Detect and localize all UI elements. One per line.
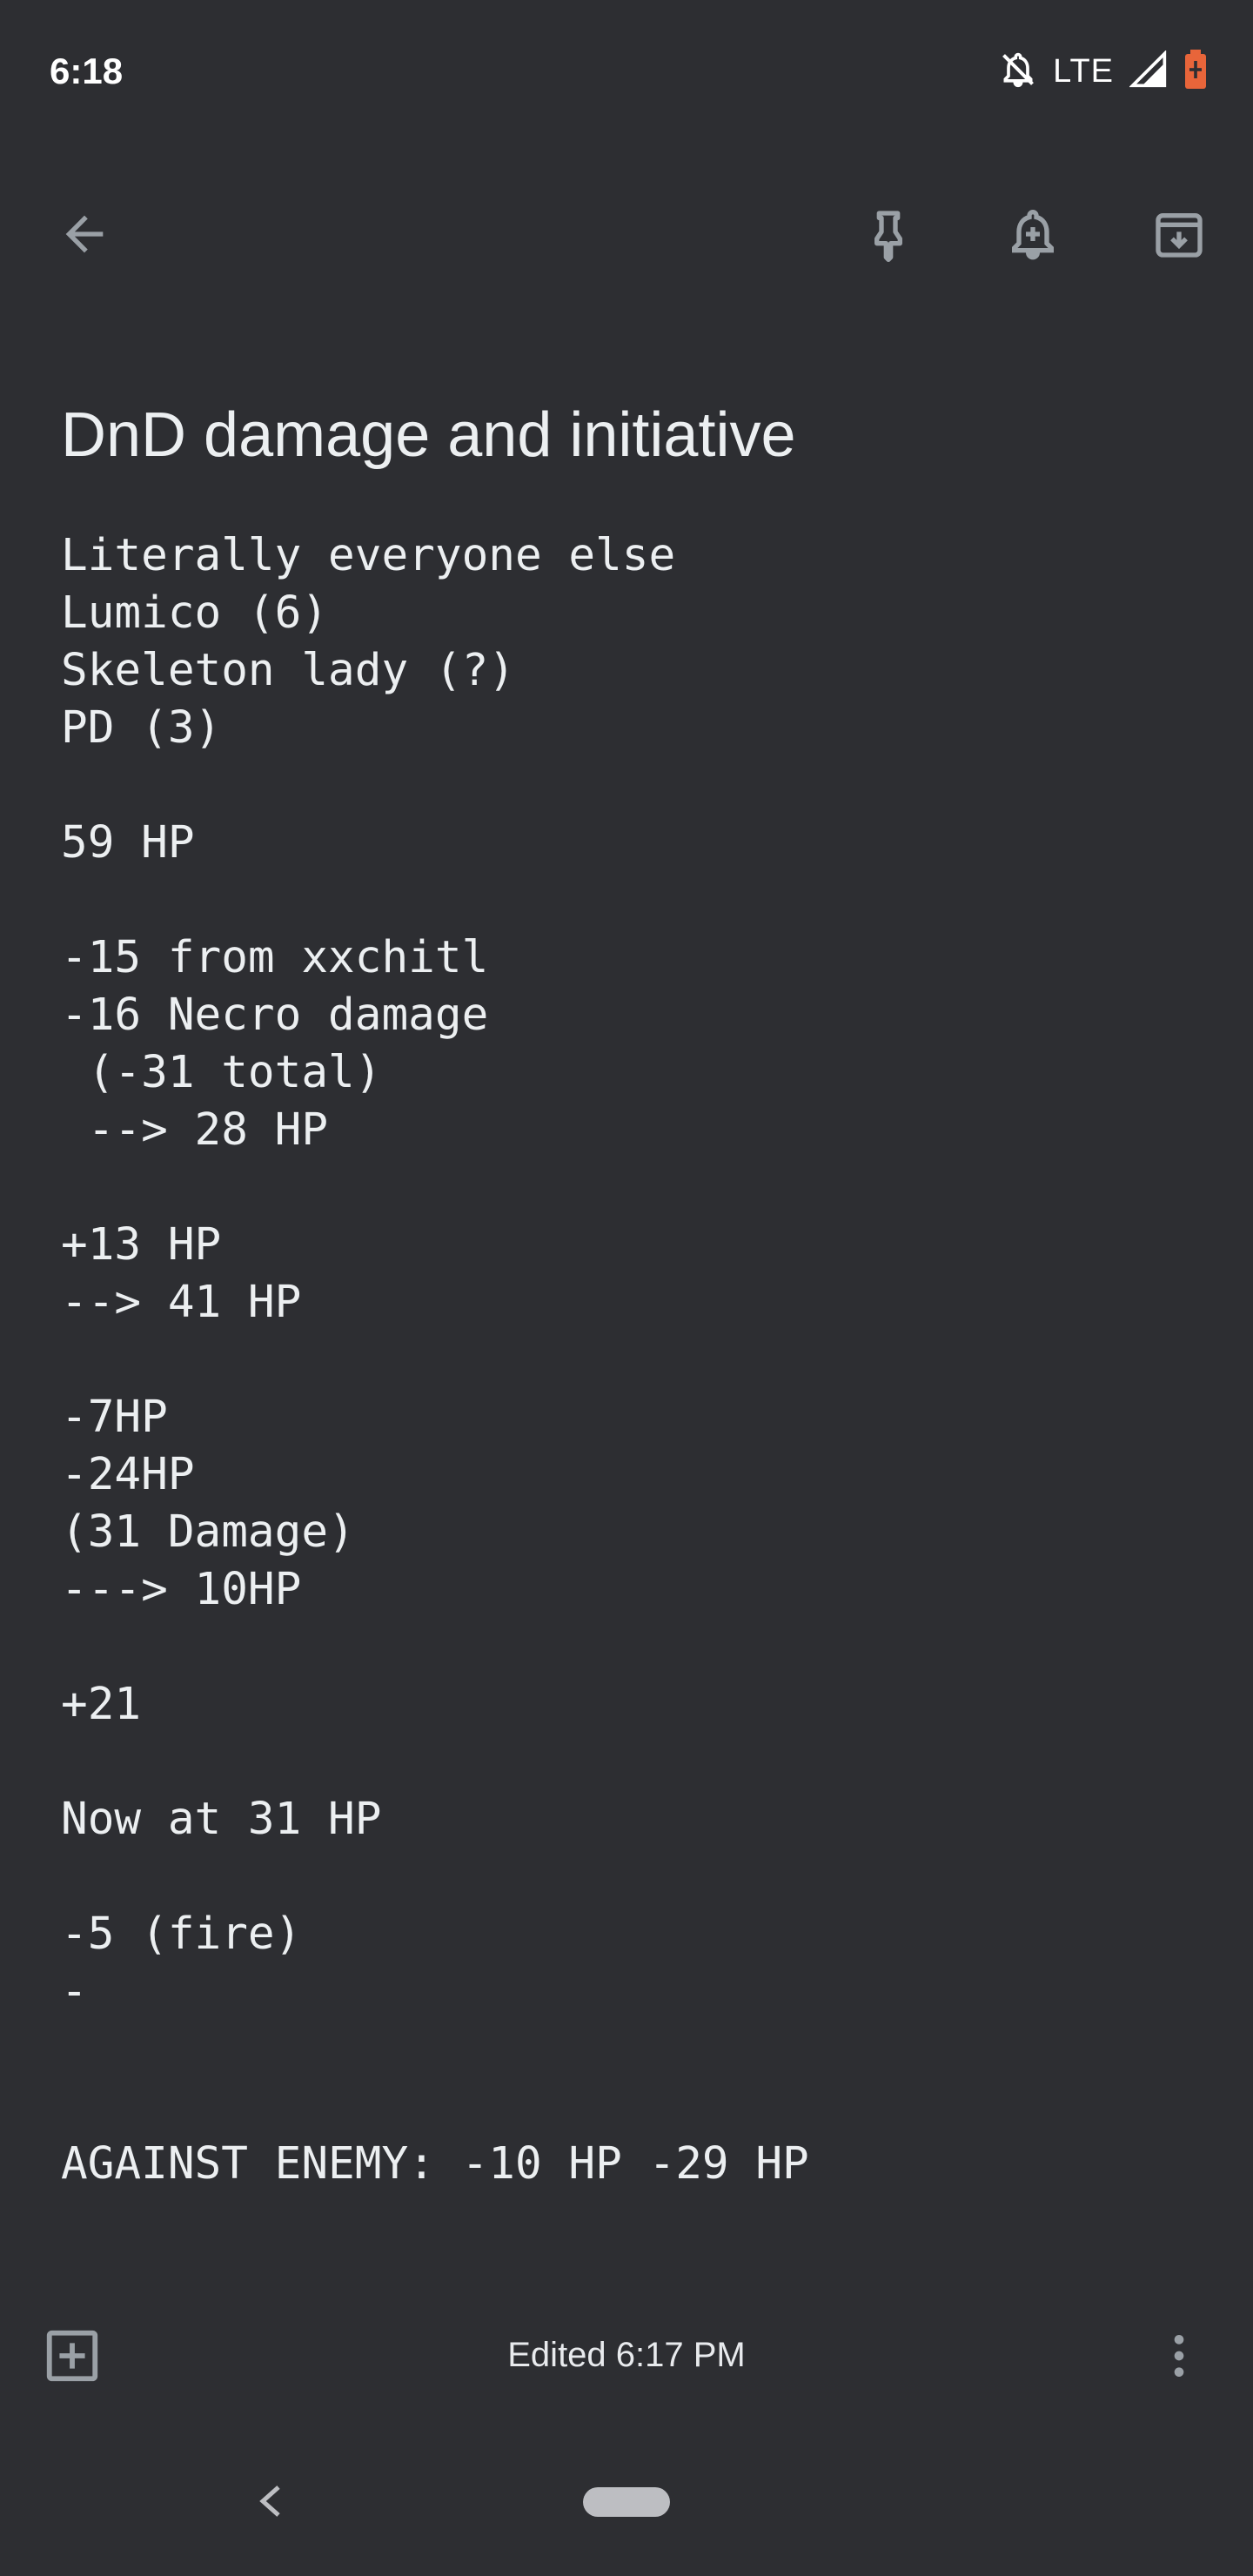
battery-icon bbox=[1183, 49, 1208, 95]
status-icons: LTE bbox=[999, 49, 1208, 95]
notifications-off-icon bbox=[999, 49, 1037, 95]
add-reminder-icon[interactable] bbox=[994, 195, 1072, 273]
more-vert-icon[interactable] bbox=[1140, 2317, 1218, 2395]
note-body[interactable]: Literally everyone else Lumico (6) Skele… bbox=[61, 527, 1192, 2193]
system-back-icon[interactable] bbox=[252, 2480, 291, 2526]
pin-icon[interactable] bbox=[849, 195, 928, 273]
network-type-label: LTE bbox=[1053, 53, 1114, 90]
archive-icon[interactable] bbox=[1140, 195, 1218, 273]
signal-icon bbox=[1129, 50, 1168, 93]
note-title[interactable]: DnD damage and initiative bbox=[61, 392, 1192, 479]
edited-timestamp: Edited 6:17 PM bbox=[507, 2336, 746, 2374]
back-arrow-icon[interactable] bbox=[45, 195, 124, 273]
home-pill[interactable] bbox=[583, 2487, 670, 2517]
status-time: 6:18 bbox=[50, 50, 124, 91]
